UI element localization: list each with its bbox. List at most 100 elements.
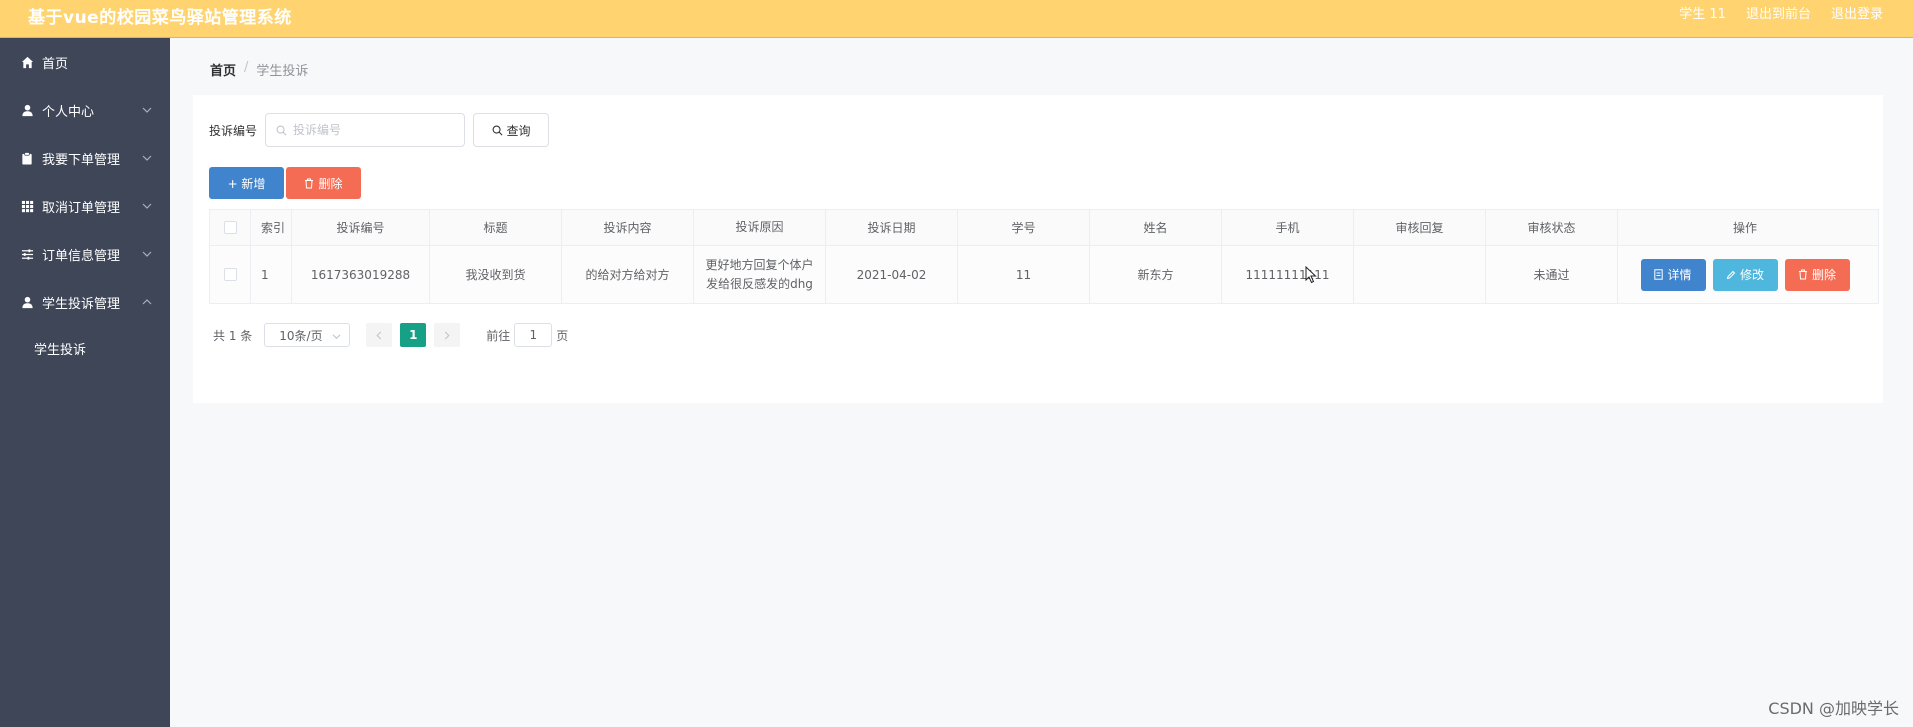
app-title: 基于vue的校园菜鸟驿站管理系统	[28, 8, 292, 28]
home-icon	[20, 55, 34, 69]
cell-student-id: 11	[958, 246, 1090, 303]
header-operations: 操作	[1732, 221, 1757, 235]
current-user: 学生 11	[1679, 7, 1726, 22]
header-status: 审核状态	[1486, 210, 1618, 245]
document-icon	[1654, 269, 1664, 280]
header-reason: 投诉原因	[694, 210, 826, 245]
header-student-id: 学号	[958, 210, 1090, 245]
cell-operations: 详情 修改 删除	[1618, 246, 1872, 303]
add-button-label: + 新增	[227, 176, 266, 191]
main-content: 首页 / 学生投诉 投诉编号 查询 + 新增 删除	[170, 38, 1913, 727]
user-icon	[20, 103, 34, 117]
chevron-up-icon	[142, 299, 152, 305]
breadcrumb-home[interactable]: 首页	[210, 60, 236, 79]
sidebar-item-order-management[interactable]: 我要下单管理	[0, 134, 170, 182]
breadcrumb-current: 学生投诉	[256, 64, 309, 79]
select-all-checkbox[interactable]	[223, 221, 237, 234]
page-size-select[interactable]: 10条/页	[264, 323, 351, 347]
next-page-button[interactable]	[434, 323, 461, 347]
header-checkbox-cell	[210, 210, 251, 245]
cell-reason: 更好地方回复个体户发给很反感发的dhg	[694, 246, 826, 303]
sidebar-item-personal-center[interactable]: 个人中心	[0, 86, 170, 134]
content-card: 投诉编号 查询 + 新增 删除 索引 投诉编号	[193, 95, 1883, 403]
chevron-right-icon	[445, 331, 450, 339]
search-icon	[492, 125, 502, 135]
cell-name: 新东方	[1090, 246, 1222, 303]
header-index: 索引	[251, 210, 292, 245]
breadcrumb: 首页 / 学生投诉	[210, 60, 308, 79]
search-bar: 投诉编号 查询	[209, 113, 550, 147]
cell-complaint-no: 1617363019288	[292, 246, 430, 303]
user-icon	[20, 295, 34, 309]
search-icon	[276, 125, 287, 135]
delete-button-label: 删除	[1811, 268, 1836, 282]
header-content: 投诉内容	[562, 210, 694, 245]
chevron-left-icon	[376, 331, 382, 339]
sidebar: 首页 个人中心 我要下单管理 取消订单管理 订单信息管理 学生投诉管理 学生投诉	[0, 38, 170, 727]
mouse-pointer-icon	[1305, 266, 1317, 284]
back-to-frontend-link[interactable]: 退出到前台	[1746, 3, 1811, 22]
header-complaint-no: 投诉编号	[292, 210, 430, 245]
delete-button[interactable]: 删除	[1784, 258, 1850, 291]
sidebar-item-complaint-management[interactable]: 学生投诉管理	[0, 278, 170, 326]
add-button[interactable]: + 新增	[209, 167, 284, 199]
row-checkbox-cell	[210, 246, 251, 303]
action-bar: + 新增 删除	[209, 167, 361, 199]
sidebar-item-label: 我要下单管理	[42, 152, 121, 168]
sidebar-item-label: 学生投诉管理	[42, 296, 121, 312]
clipboard-icon	[20, 151, 34, 165]
detail-button[interactable]: 详情	[1640, 258, 1706, 291]
row-checkbox[interactable]	[223, 268, 237, 281]
chevron-down-icon	[142, 203, 152, 209]
sidebar-subitem-student-complaint[interactable]: 学生投诉	[0, 326, 170, 370]
pagination-total: 共 1 条	[213, 328, 253, 343]
search-input[interactable]	[293, 123, 454, 137]
cell-status: 未通过	[1486, 246, 1618, 303]
edit-button[interactable]: 修改	[1712, 258, 1778, 291]
table-header: 索引 投诉编号 标题 投诉内容 投诉原因 投诉日期 学号 姓名 手机 审核回复 …	[210, 210, 1878, 246]
query-button-label: 查询	[506, 123, 531, 138]
trash-icon	[1798, 269, 1807, 280]
cell-content: 的给对方给对方	[562, 246, 694, 303]
chevron-down-icon	[142, 251, 152, 257]
sidebar-item-cancel-order-management[interactable]: 取消订单管理	[0, 182, 170, 230]
header-actions: 学生 11 退出到前台 退出登录	[1679, 3, 1883, 22]
query-button[interactable]: 查询	[473, 113, 550, 147]
sidebar-subitem-label: 学生投诉	[34, 342, 87, 358]
chevron-down-icon	[332, 334, 341, 340]
header-date: 投诉日期	[826, 210, 958, 245]
page-number-button[interactable]: 1	[400, 323, 427, 347]
top-header: 基于vue的校园菜鸟驿站管理系统 学生 11 退出到前台 退出登录	[0, 0, 1913, 38]
chevron-down-icon	[142, 107, 152, 113]
edit-button-label: 修改	[1739, 268, 1764, 282]
batch-delete-button[interactable]: 删除	[286, 167, 361, 199]
goto-prefix: 前往	[486, 328, 511, 343]
complaint-table: 索引 投诉编号 标题 投诉内容 投诉原因 投诉日期 学号 姓名 手机 审核回复 …	[209, 209, 1879, 304]
table-row: 1 1617363019288 我没收到货 的给对方给对方 更好地方回复个体户发…	[210, 246, 1878, 303]
header-reply: 审核回复	[1354, 210, 1486, 245]
chevron-down-icon	[142, 155, 152, 161]
sidebar-item-label: 首页	[42, 56, 69, 72]
cell-title: 我没收到货	[430, 246, 562, 303]
header-title: 标题	[430, 210, 562, 245]
sliders-icon	[20, 247, 34, 261]
sidebar-item-home[interactable]: 首页	[0, 38, 170, 86]
search-label: 投诉编号	[209, 123, 258, 138]
cell-date: 2021-04-02	[826, 246, 958, 303]
cell-index: 1	[251, 246, 292, 303]
goto-page-input[interactable]	[514, 323, 553, 347]
search-field[interactable]	[265, 113, 466, 147]
sidebar-item-label: 取消订单管理	[42, 200, 121, 216]
cell-reply	[1354, 246, 1486, 303]
logout-link[interactable]: 退出登录	[1831, 3, 1883, 22]
grid-icon	[20, 199, 34, 213]
header-name: 姓名	[1090, 210, 1222, 245]
sidebar-item-order-info-management[interactable]: 订单信息管理	[0, 230, 170, 278]
prev-page-button[interactable]	[366, 323, 393, 347]
pencil-icon	[1726, 270, 1736, 279]
breadcrumb-separator: /	[244, 60, 249, 75]
trash-icon	[305, 178, 314, 188]
pagination: 共 1 条 10条/页 1 前往 页	[213, 323, 568, 347]
sidebar-item-label: 订单信息管理	[42, 248, 121, 264]
header-phone: 手机	[1222, 210, 1354, 245]
